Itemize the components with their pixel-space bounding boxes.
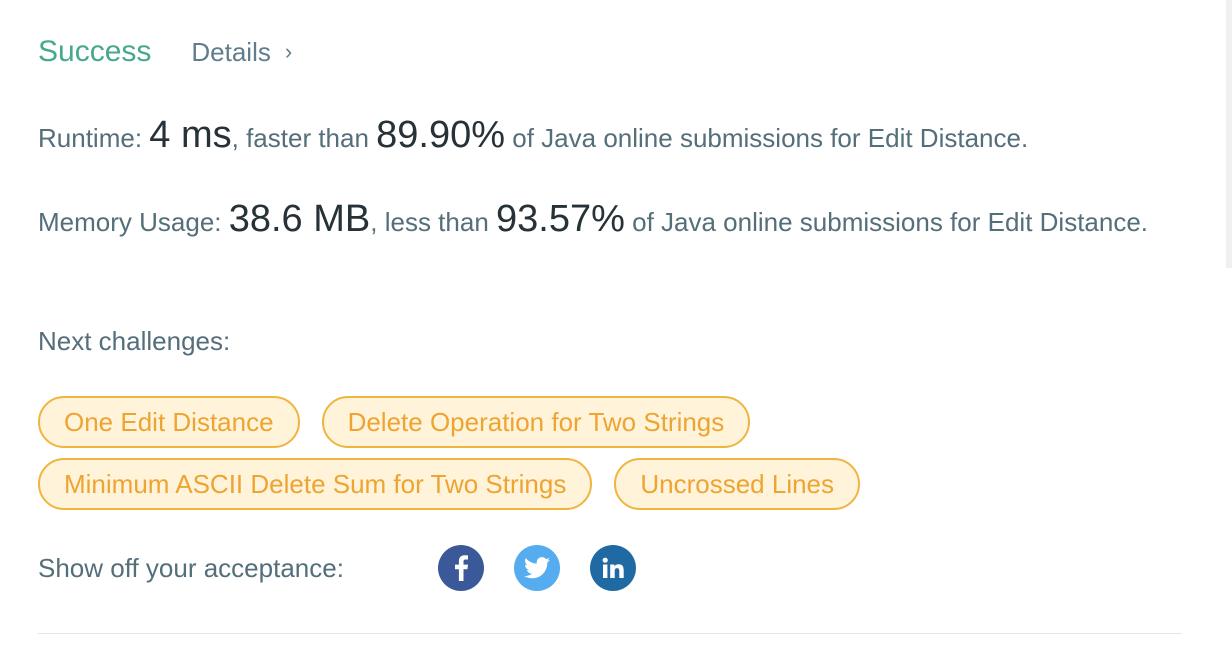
- memory-line: Memory Usage: 38.6 MB, less than 93.57% …: [38, 198, 1188, 243]
- memory-compare: , less than: [370, 207, 496, 237]
- status-text: Success: [38, 35, 152, 68]
- runtime-line: Runtime: 4 ms, faster than 89.90% of Jav…: [38, 114, 1188, 159]
- details-link[interactable]: Details ›: [191, 37, 292, 68]
- twitter-icon[interactable]: [514, 545, 560, 591]
- divider: [38, 633, 1182, 634]
- runtime-percent: 89.90%: [376, 114, 506, 156]
- next-challenges-label: Next challenges:: [38, 326, 231, 356]
- details-label: Details: [191, 36, 271, 67]
- submission-header: Success Details ›: [38, 30, 292, 74]
- challenge-tag-uncrossed-lines[interactable]: Uncrossed Lines: [614, 458, 861, 510]
- chevron-right-icon: ›: [284, 39, 293, 64]
- challenge-tags: One Edit Distance Delete Operation for T…: [38, 396, 1188, 520]
- runtime-suffix: of Java online submissions for Edit Dist…: [505, 123, 1029, 153]
- linkedin-icon[interactable]: [590, 545, 636, 591]
- challenge-tag-one-edit-distance[interactable]: One Edit Distance: [38, 396, 300, 448]
- memory-percent: 93.57%: [496, 198, 625, 240]
- tag-row: One Edit Distance Delete Operation for T…: [38, 396, 1188, 448]
- runtime-value: 4 ms: [149, 114, 232, 156]
- runtime-compare: , faster than: [231, 123, 377, 153]
- memory-value: 38.6 MB: [228, 198, 371, 240]
- tag-row: Minimum ASCII Delete Sum for Two Strings…: [38, 458, 1188, 510]
- memory-suffix: of Java online submissions for Edit Dist…: [624, 207, 1149, 237]
- challenge-tag-minimum-ascii[interactable]: Minimum ASCII Delete Sum for Two Strings: [38, 458, 593, 510]
- share-row: Show off your acceptance:: [38, 545, 666, 591]
- memory-label: Memory Usage:: [38, 207, 229, 237]
- facebook-icon[interactable]: [438, 545, 484, 591]
- scrollbar[interactable]: [1226, 0, 1232, 268]
- share-label: Show off your acceptance:: [38, 552, 344, 583]
- challenge-tag-delete-operation[interactable]: Delete Operation for Two Strings: [321, 396, 751, 448]
- runtime-label: Runtime:: [38, 123, 150, 153]
